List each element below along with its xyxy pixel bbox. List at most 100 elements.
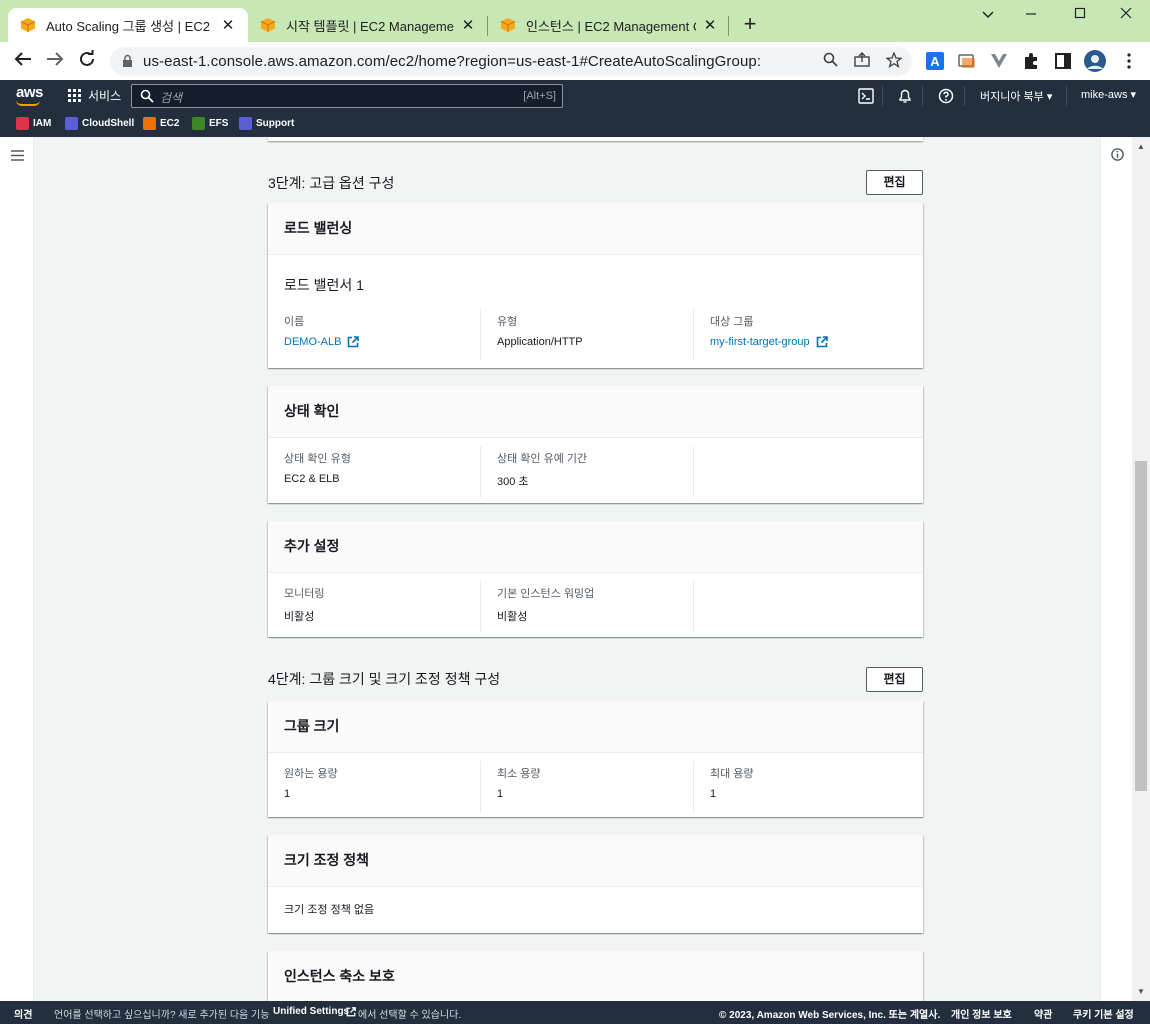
side-panel-icon[interactable] [1054,52,1072,70]
step4-heading: 4단계: 그룹 크기 및 크기 조정 정책 구성 [268,671,501,687]
tab-instances[interactable]: 인스턴스 | EC2 Management Co ✕ [488,8,730,42]
lb-target-column: 대상 그룹 my-first-target-group [694,309,907,361]
tab-search-chevron-icon[interactable] [968,6,1008,26]
card-title: 로드 밸런싱 [268,203,923,255]
aws-box-icon [20,18,36,32]
new-tab-plus-icon[interactable]: + [738,12,762,38]
aws-logo[interactable]: aws [16,84,43,101]
external-link-icon [346,1007,356,1020]
back-arrow-icon[interactable] [11,50,35,72]
external-link-icon [816,336,828,348]
terms-link[interactable]: 약관 [1034,1006,1052,1021]
max-capacity-value: 1 [710,788,717,800]
close-window-icon[interactable] [1106,6,1146,26]
services-label: 서비스 [88,89,122,103]
aws-favorites-bar: IAM CloudShell EC2 EFS Support [0,112,1150,137]
tab-auto-scaling[interactable]: Auto Scaling 그룹 생성 | EC2 Ma ✕ [8,8,248,42]
help-icon[interactable] [938,88,954,107]
efs-icon [192,117,205,130]
translate-extension-icon[interactable]: A [926,52,944,70]
scroll-down-arrow-icon[interactable]: ▼ [1137,987,1145,996]
profile-avatar[interactable] [1084,50,1106,72]
tab-title: 시작 템플릿 | EC2 Management [286,18,454,34]
load-balancer-subtitle: 로드 밸런서 1 [284,277,364,293]
privacy-link[interactable]: 개인 정보 보호 [951,1006,1012,1021]
target-group-value[interactable]: my-first-target-group [710,336,810,348]
scrollbar-thumb[interactable] [1135,461,1147,791]
max-capacity-column: 최대 용량 1 [694,761,907,813]
reload-icon[interactable] [75,50,99,72]
forward-arrow-icon[interactable] [43,50,67,72]
card-title: 추가 설정 [268,521,923,573]
account-menu[interactable]: mike-aws ▾ [1081,88,1136,101]
favorite-iam[interactable]: IAM [16,117,51,130]
favorite-efs[interactable]: EFS [192,117,228,130]
scaling-policy-value: 크기 조정 정책 없음 [284,904,375,916]
health-check-grace-label: 상태 확인 유예 기간 [497,453,588,465]
region-selector[interactable]: 버지니아 북부 ▾ [980,88,1052,104]
target-group-link[interactable]: my-first-target-group [710,336,891,348]
health-check-type-label: 상태 확인 유형 [284,453,351,465]
warmup-value: 비활성 [497,611,528,623]
ec2-icon [143,117,156,130]
lb-name-value[interactable]: DEMO-ALB [284,336,341,348]
desired-capacity-label: 원하는 용량 [284,768,338,780]
lb-name-label: 이름 [284,316,305,328]
min-capacity-label: 최소 용량 [497,768,541,780]
scaling-policy-card: 크기 조정 정책 크기 조정 정책 없음 [268,835,923,933]
notifications-bell-icon[interactable] [897,88,913,107]
address-bar[interactable]: us-east-1.console.aws.amazon.com/ec2/hom… [110,47,912,76]
minimize-icon[interactable] [1011,6,1051,26]
zoom-search-icon[interactable] [823,52,838,72]
unified-settings-link[interactable]: Unified Settings [273,1006,349,1017]
lb-name-link[interactable]: DEMO-ALB [284,336,464,348]
favorite-label: Support [256,118,295,129]
support-icon [239,117,252,130]
tab-close-icon[interactable]: ✕ [702,16,718,34]
favorite-support[interactable]: Support [239,117,294,130]
services-menu-button[interactable]: 서비스 [68,87,121,104]
feedback-link[interactable]: 의견 [14,1006,32,1021]
browser-menu-icon[interactable] [1120,52,1138,70]
favorite-label: EC2 [160,118,180,129]
lock-icon[interactable] [122,54,133,68]
step4-edit-button[interactable]: 편집 [866,667,923,692]
tab-launch-template[interactable]: 시작 템플릿 | EC2 Management ✕ [248,8,488,42]
tab-title: Auto Scaling 그룹 생성 | EC2 Ma [46,18,214,34]
cookie-preferences-link[interactable]: 쿠키 기본 설정 [1073,1006,1134,1021]
aws-search-input[interactable]: 검색 [Alt+S] [131,84,563,108]
hamburger-menu-icon[interactable] [11,149,24,164]
svg-text:A: A [930,54,940,69]
page-scrollbar[interactable]: ▲ ▼ [1132,137,1150,1001]
empty-column [694,446,907,498]
favorite-ec2[interactable]: EC2 [143,117,179,130]
grid-icon [68,89,81,102]
card-title: 그룹 크기 [268,701,923,753]
maximize-icon[interactable] [1060,6,1100,26]
right-tools-rail [1100,137,1132,1001]
scroll-up-arrow-icon[interactable]: ▲ [1137,142,1145,151]
cloudshell-icon[interactable] [858,88,874,107]
search-placeholder: 검색 [160,91,183,105]
monitoring-column: 모니터링 비활성 [268,581,481,633]
vue-extension-icon[interactable] [990,52,1008,70]
share-icon[interactable] [854,52,870,72]
header-divider [882,86,883,106]
favorite-cloudshell[interactable]: CloudShell [65,117,134,130]
info-icon[interactable] [1111,148,1124,164]
favorite-label: EFS [209,118,229,129]
load-balancing-card: 로드 밸런싱 로드 밸런서 1 이름 DEMO-ALB 유형 Applicati… [268,203,923,368]
health-check-type-value: EC2 & ELB [284,473,340,485]
bookmark-star-icon[interactable] [885,51,903,73]
health-check-card: 상태 확인 상태 확인 유형 EC2 & ELB 상태 확인 유예 기간 300… [268,386,923,503]
step3-heading: 3단계: 고급 옵션 구성 [268,175,395,191]
tab-close-icon[interactable]: ✕ [220,16,236,34]
scale-in-protection-card: 인스턴스 축소 보호 [268,951,923,1001]
copyright-text: © 2023, Amazon Web Services, Inc. 또는 계열사… [719,1010,941,1021]
step3-edit-button[interactable]: 편집 [866,170,923,195]
screen-capture-extension-icon[interactable] [958,52,976,70]
health-check-grace-value: 300 초 [497,476,529,488]
extensions-puzzle-icon[interactable] [1022,52,1040,70]
warmup-column: 기본 인스턴스 워밍업 비활성 [481,581,694,633]
tab-close-icon[interactable]: ✕ [460,16,476,34]
